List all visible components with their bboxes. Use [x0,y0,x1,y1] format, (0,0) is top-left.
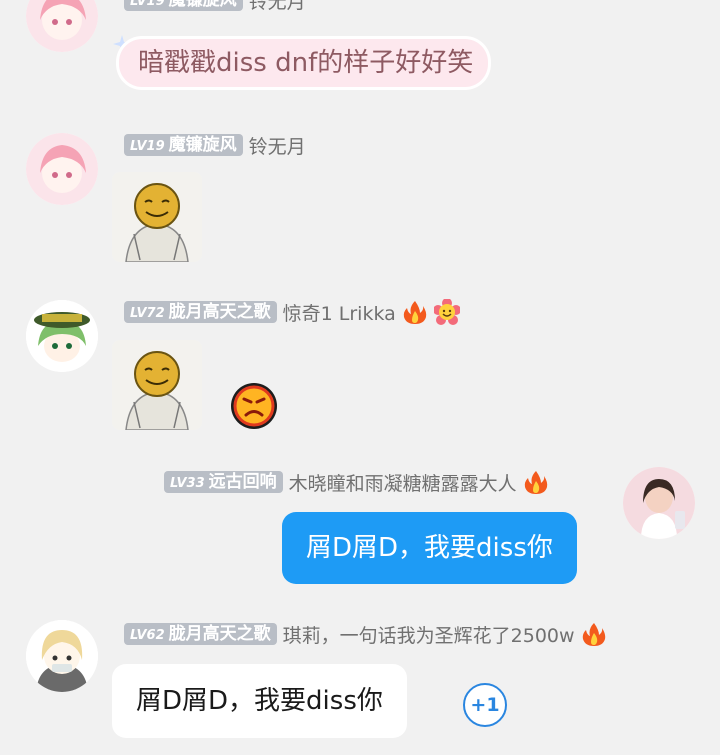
message-meta: LV62 胧月高天之歌 琪莉，一句话我为圣辉花了2500w [124,620,607,648]
level-badge: LV62 胧月高天之歌 [124,623,277,645]
message-meta: LV33 远古回响 木晓瞳和雨凝糖糖露露大人 [164,468,549,496]
message-text: 屑D屑D，我要diss你 [306,533,553,563]
level-badge: LV33 远古回响 [164,471,283,493]
text-bubble[interactable]: 屑D屑D，我要diss你 [112,664,407,738]
level-badge: LV19 魔镰旋风 [124,0,243,11]
message-meta: LV19 魔镰旋风 铃无月 [124,131,306,159]
level-badge: LV19 魔镰旋风 [124,134,243,156]
avatar-self[interactable] [623,467,695,539]
nickname[interactable]: 木晓瞳和雨凝糖糖露露大人 [289,469,517,496]
plus-one-button[interactable]: +1 [463,683,507,727]
nickname[interactable]: 琪莉，一句话我为圣辉花了2500w [283,621,575,648]
nickname[interactable]: 铃无月 [249,0,306,14]
message-meta: LV72 胧月高天之歌 惊奇1 Lrikka [124,298,460,326]
avatar-ling-wu-yue[interactable] [26,133,98,205]
pink-text-bubble[interactable]: 暗戳戳diss dnf的样子好好笑 [116,36,492,90]
fire-icon [581,621,607,647]
level-badge: LV72 胧月高天之歌 [124,301,277,323]
nickname[interactable]: 惊奇1 Lrikka [283,299,396,326]
fire-icon [402,299,428,325]
nickname[interactable]: 铃无月 [249,132,306,159]
plus-one-label: +1 [470,694,500,716]
avatar-qili[interactable] [26,620,98,692]
fire-icon [523,469,549,495]
message-meta: LV19 魔镰旋风 铃无月 [124,0,306,14]
self-text-bubble[interactable]: 屑D屑D，我要diss你 [282,512,577,584]
message-text: 屑D屑D，我要diss你 [136,686,383,716]
message-text: 暗戳戳diss dnf的样子好好笑 [138,48,474,78]
avatar-lrikka[interactable] [26,300,98,372]
smiley-sticker[interactable] [112,172,202,262]
avatar-ling-wu-yue[interactable] [26,0,98,52]
smiley-sticker[interactable] [112,340,202,430]
flower-smile-icon [433,299,460,325]
angry-face-reaction-icon[interactable] [230,382,278,430]
